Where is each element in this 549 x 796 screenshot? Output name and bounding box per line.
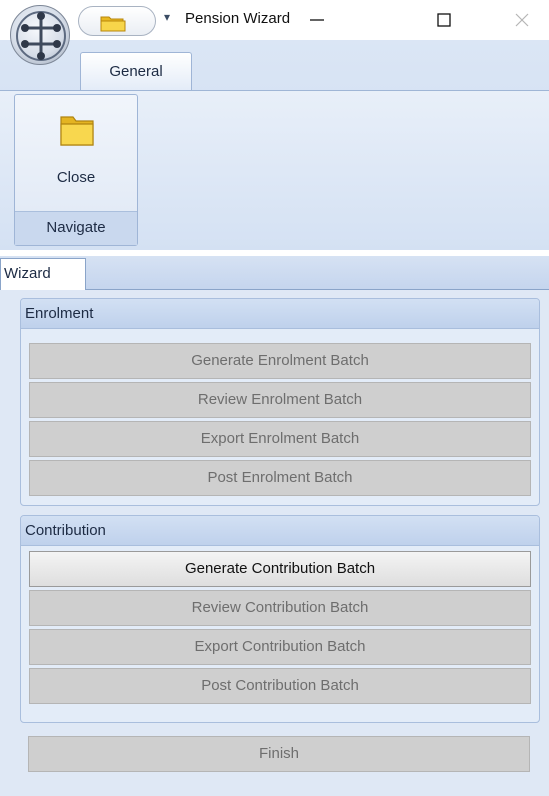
close-button-label: Close: [56, 169, 96, 186]
folder-icon: [57, 111, 97, 154]
close-window-button[interactable]: [498, 0, 546, 40]
window-title: Pension Wizard: [185, 10, 291, 27]
group-caption-navigate: Navigate: [15, 211, 137, 245]
contribution-section-title: Contribution: [21, 516, 539, 546]
close-button[interactable]: Close: [17, 97, 135, 209]
export-enrolment-batch-button[interactable]: Export Enrolment Batch: [29, 421, 531, 457]
review-enrolment-batch-button[interactable]: Review Enrolment Batch: [29, 382, 531, 418]
minimize-button[interactable]: [293, 0, 341, 40]
maximize-button[interactable]: [420, 0, 468, 40]
finish-button[interactable]: Finish: [28, 736, 530, 772]
app-orb-icon[interactable]: [10, 5, 70, 65]
ribbon-panel: Close Navigate: [0, 90, 549, 250]
generate-contribution-batch-button[interactable]: Generate Contribution Batch: [29, 551, 531, 587]
post-contribution-batch-button[interactable]: Post Contribution Batch: [29, 668, 531, 704]
ribbon: General Close Navigate: [0, 40, 549, 250]
review-contribution-batch-button[interactable]: Review Contribution Batch: [29, 590, 531, 626]
ribbon-group-navigate: Close Navigate: [14, 94, 138, 246]
customize-qat-chevron-icon[interactable]: ▾: [164, 10, 170, 24]
folder-icon[interactable]: [99, 13, 127, 36]
tab-wizard[interactable]: Wizard: [0, 258, 86, 291]
ribbon-tab-strip: General: [0, 40, 549, 92]
contribution-section: Contribution Generate Contribution Batch…: [20, 515, 540, 723]
wizard-tab-strip: Wizard: [0, 256, 549, 291]
tab-general[interactable]: General: [80, 52, 192, 92]
post-enrolment-batch-button[interactable]: Post Enrolment Batch: [29, 460, 531, 496]
quick-access-toolbar: [78, 6, 156, 36]
enrolment-section-title: Enrolment: [21, 299, 539, 329]
title-bar: ▾ Pension Wizard: [0, 0, 549, 65]
generate-enrolment-batch-button[interactable]: Generate Enrolment Batch: [29, 343, 531, 379]
wizard-panel: Enrolment Generate Enrolment Batch Revie…: [0, 290, 549, 796]
export-contribution-batch-button[interactable]: Export Contribution Batch: [29, 629, 531, 665]
enrolment-section: Enrolment Generate Enrolment Batch Revie…: [20, 298, 540, 506]
